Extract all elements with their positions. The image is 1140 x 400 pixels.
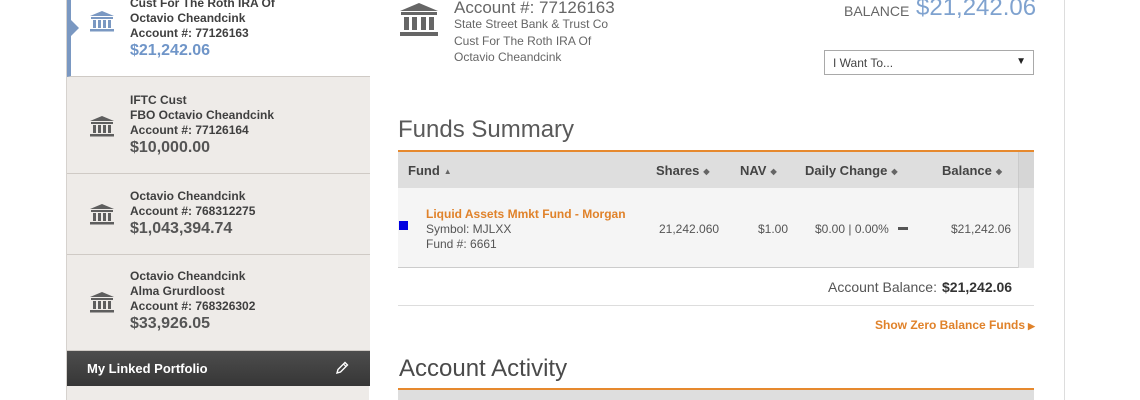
table-row: Liquid Assets Mmkt Fund - Morgan Symbol:… (398, 188, 1034, 268)
account-balance: $1,043,394.74 (130, 220, 233, 237)
fund-symbol: Symbol: MJLXX (426, 222, 512, 236)
active-indicator (71, 20, 79, 36)
balance-value: $21,242.06 (916, 0, 1037, 21)
scrollbar-header (1018, 152, 1034, 188)
no-change-dash-icon (898, 227, 908, 230)
fund-color-swatch (399, 221, 408, 230)
fund-daily-change: $0.00 | 0.00% (815, 222, 889, 236)
fund-balance: $21,242.06 (951, 222, 1012, 236)
sort-asc-icon: ▲ (443, 167, 452, 177)
account-balance: $33,926.05 (130, 315, 211, 332)
account-balance-value: $21,242.06 (942, 279, 1013, 295)
bank-icon (90, 116, 114, 137)
balance-label: BALANCE (844, 3, 910, 19)
fund-number: Fund #: 6661 (426, 237, 497, 251)
account-sidebar: Cust For The Roth IRA Of Octavio Cheandc… (66, 0, 370, 400)
sidebar-account-2[interactable]: IFTC Cust FBO Octavio Cheandcink Account… (67, 77, 370, 174)
fund-name-link[interactable]: Liquid Assets Mmkt Fund - Morgan (426, 207, 626, 221)
account-line: Alma Grurdloost (130, 284, 225, 298)
account-balance: $10,000.00 (130, 139, 211, 156)
account-holder-line: Octavio Cheandcink (454, 50, 562, 64)
account-number: Account #: 768312275 (130, 204, 256, 218)
chevron-right-icon: ▶ (1028, 321, 1035, 331)
fund-shares: 21,242.060 (659, 222, 720, 236)
sidebar-account-1[interactable]: Cust For The Roth IRA Of Octavio Cheandc… (67, 0, 370, 77)
account-number: Account #: 77126164 (130, 123, 249, 137)
account-line: FBO Octavio Cheandcink (130, 108, 275, 122)
sidebar-account-4[interactable]: Octavio Cheandcink Alma Grurdloost Accou… (67, 255, 370, 351)
linked-portfolio-bar[interactable]: My Linked Portfolio (67, 351, 370, 386)
account-balance-label: Account Balance: (828, 279, 937, 295)
bank-icon (90, 204, 114, 225)
sort-icon: ◆ (703, 167, 710, 177)
column-header-nav[interactable]: NAV ◆ (740, 163, 777, 178)
account-number: Account #: 768326302 (130, 299, 256, 313)
account-holder-line: State Street Bank & Trust Co (454, 17, 609, 31)
account-balance-row: Account Balance: $21,242.06 (398, 268, 1034, 306)
show-zero-balance-funds-link[interactable]: Show Zero Balance Funds ▶ (875, 318, 1035, 332)
column-header-fund[interactable]: Fund ▲ (408, 163, 452, 178)
funds-summary-title: Funds Summary (398, 116, 575, 143)
account-line: Octavio Cheandcink (130, 269, 246, 283)
fund-nav: $1.00 (758, 222, 789, 236)
bank-icon (400, 3, 438, 36)
account-number-heading: Account #: 77126163 (454, 0, 615, 17)
dropdown-arrow-icon: ▼ (1016, 56, 1026, 67)
account-dashboard: Cust For The Roth IRA Of Octavio Cheandc… (0, 0, 1140, 400)
dropdown-selected-value: I Want To... (833, 56, 894, 70)
i-want-to-dropdown[interactable]: I Want To... ▼ (824, 50, 1034, 75)
sidebar-account-3[interactable]: Octavio Cheandcink Account #: 768312275 … (67, 174, 370, 255)
content-border (1064, 0, 1065, 400)
column-header-shares[interactable]: Shares ◆ (656, 163, 710, 178)
account-number: Account #: 77126163 (130, 26, 249, 40)
column-header-daily-change[interactable]: Daily Change ◆ (805, 163, 898, 178)
account-activity-title: Account Activity (399, 355, 568, 382)
linked-portfolio-label: My Linked Portfolio (87, 361, 208, 376)
account-line: Octavio Cheandcink (130, 189, 246, 203)
sort-icon: ◆ (891, 167, 898, 177)
account-line: Octavio Cheandcink (130, 11, 246, 25)
pencil-icon[interactable] (334, 360, 350, 376)
account-holder-line: Cust For The Roth IRA Of (454, 34, 592, 48)
table-scrollbar[interactable] (1018, 188, 1034, 268)
sort-icon: ◆ (995, 167, 1003, 177)
table-header: Fund ▲ Shares ◆ NAV ◆ Daily Change ◆ Balance… (398, 150, 1034, 188)
column-header-balance[interactable]: Balance ◆ (942, 163, 1002, 178)
activity-table-header (398, 388, 1034, 400)
account-balance: $21,242.06 (130, 42, 211, 59)
account-line: Cust For The Roth IRA Of (130, 0, 275, 10)
account-line: IFTC Cust (130, 93, 187, 107)
bank-icon (90, 292, 114, 313)
sort-icon: ◆ (770, 167, 777, 177)
bank-icon (90, 11, 114, 32)
